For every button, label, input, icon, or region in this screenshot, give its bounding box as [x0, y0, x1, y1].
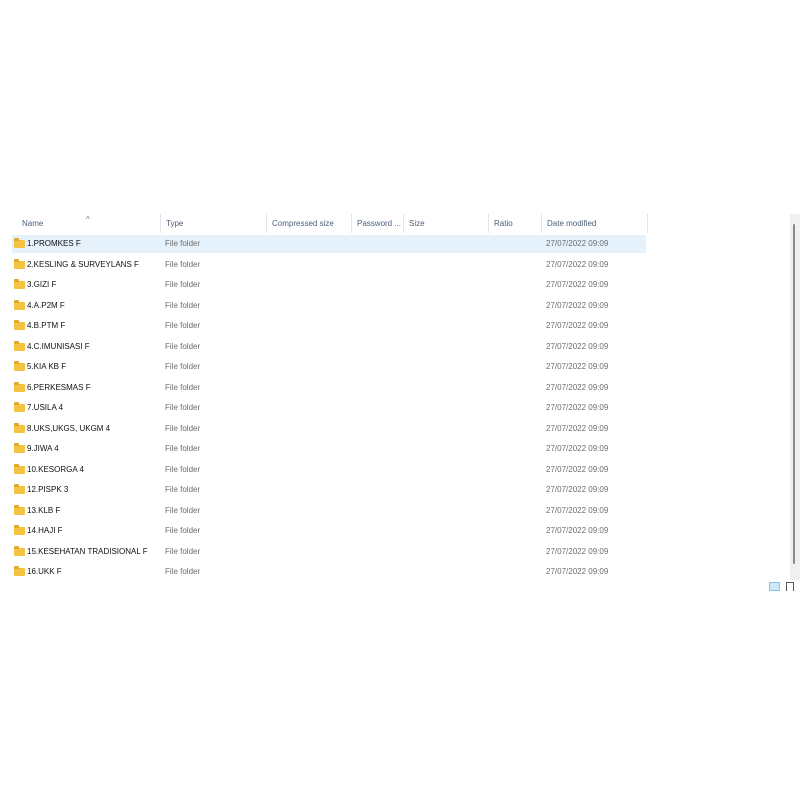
file-row[interactable]: 10.KESORGA 4 File folder 27/07/2022 09:0…: [12, 461, 646, 479]
column-header-size[interactable]: Size: [404, 214, 489, 233]
folder-icon: [14, 361, 25, 371]
file-name: 14.HAJI F: [27, 526, 63, 535]
column-header-row: Name ^ Type Compressed size Password ... …: [12, 214, 648, 233]
folder-icon: [14, 443, 25, 453]
folder-icon: [14, 238, 25, 248]
file-name: 2.KESLING & SURVEYLANS F: [27, 259, 139, 269]
file-name: 4.B.PTM F: [27, 321, 66, 330]
folder-icon: [14, 504, 25, 515]
file-date-modified: 27/07/2022 09:09: [546, 382, 609, 392]
file-date-modified: 27/07/2022 09:09: [546, 280, 609, 289]
file-row[interactable]: 9.JIWA 4 File folder 27/07/2022 09:09: [12, 440, 646, 458]
file-name: 13.KLB F: [27, 505, 61, 515]
file-date-modified: 27/07/2022 09:09: [546, 403, 609, 412]
file-date-modified: 27/07/2022 09:09: [546, 464, 609, 474]
file-name: 9.JIWA 4: [27, 444, 59, 453]
file-row[interactable]: 16.UKK F File folder 27/07/2022 09:09: [12, 563, 646, 581]
large-icons-view-button[interactable]: [786, 582, 794, 591]
file-row[interactable]: 15.KESEHATAN TRADISIONAL F File folder 2…: [12, 543, 646, 561]
vertical-scrollbar[interactable]: [790, 214, 800, 580]
file-name: 16.UKK F: [27, 567, 62, 576]
file-row[interactable]: 4.C.IMUNISASI F File folder 27/07/2022 0…: [12, 338, 646, 356]
file-date-modified: 27/07/2022 09:09: [546, 362, 609, 371]
folder-icon: [14, 340, 25, 351]
file-row[interactable]: 1.PROMKES F File folder 27/07/2022 09:09: [12, 235, 646, 253]
file-row[interactable]: 14.HAJI F File folder 27/07/2022 09:09: [12, 522, 646, 540]
details-view-button[interactable]: [769, 582, 780, 591]
file-type: File folder: [165, 382, 201, 392]
file-name: 1.PROMKES F: [27, 239, 81, 248]
file-type: File folder: [165, 567, 201, 576]
file-type: File folder: [165, 300, 201, 310]
file-date-modified: 27/07/2022 09:09: [546, 239, 609, 248]
folder-icon: [14, 279, 25, 289]
file-type: File folder: [165, 280, 201, 289]
folder-icon: [14, 484, 25, 494]
file-type: File folder: [165, 546, 201, 556]
file-date-modified: 27/07/2022 09:09: [546, 485, 609, 494]
file-name: 10.KESORGA 4: [27, 464, 84, 474]
file-type: File folder: [165, 321, 201, 330]
column-header-date-modified[interactable]: Date modified: [542, 214, 648, 233]
folder-icon: [14, 258, 25, 269]
column-header-type[interactable]: Type: [161, 214, 267, 233]
file-row[interactable]: 4.B.PTM F File folder 27/07/2022 09:09: [12, 317, 646, 335]
column-header-compressed-size[interactable]: Compressed size: [267, 214, 352, 233]
file-date-modified: 27/07/2022 09:09: [546, 567, 609, 576]
file-row[interactable]: 4.A.P2M F File folder 27/07/2022 09:09: [12, 297, 646, 315]
file-row[interactable]: 8.UKS,UKGS, UKGM 4 File folder 27/07/202…: [12, 420, 646, 438]
file-name: 5.KIA KB F: [27, 362, 67, 371]
file-name: 3.GIZI F: [27, 280, 57, 289]
file-date-modified: 27/07/2022 09:09: [546, 321, 609, 330]
file-type: File folder: [165, 239, 201, 248]
file-row[interactable]: 6.PERKESMAS F File folder 27/07/2022 09:…: [12, 379, 646, 397]
folder-icon: [14, 299, 25, 310]
file-name: 8.UKS,UKGS, UKGM 4: [27, 423, 111, 433]
file-name: 6.PERKESMAS F: [27, 382, 91, 392]
file-date-modified: 27/07/2022 09:09: [546, 444, 609, 453]
file-type: File folder: [165, 526, 201, 535]
folder-icon: [14, 566, 25, 576]
file-row[interactable]: 12.PISPK 3 File folder 27/07/2022 09:09: [12, 481, 646, 499]
folder-icon: [14, 463, 25, 474]
folder-icon: [14, 381, 25, 392]
column-header-ratio[interactable]: Ratio: [489, 214, 542, 233]
folder-icon: [14, 422, 25, 433]
folder-icon: [14, 525, 25, 535]
file-date-modified: 27/07/2022 09:09: [546, 341, 609, 351]
file-name: 4.A.P2M F: [27, 300, 65, 310]
file-type: File folder: [165, 362, 201, 371]
file-name: 7.USILA 4: [27, 403, 64, 412]
file-name: 4.C.IMUNISASI F: [27, 341, 90, 351]
column-label: Name: [22, 219, 44, 228]
column-header-password[interactable]: Password ...: [352, 214, 404, 233]
file-row[interactable]: 2.KESLING & SURVEYLANS F File folder 27/…: [12, 256, 646, 274]
scrollbar-thumb[interactable]: [793, 224, 795, 564]
column-header-name[interactable]: Name ^: [12, 214, 161, 233]
file-type: File folder: [165, 341, 201, 351]
file-type: File folder: [165, 444, 201, 453]
file-row[interactable]: 7.USILA 4 File folder 27/07/2022 09:09: [12, 399, 646, 417]
file-row[interactable]: 3.GIZI F File folder 27/07/2022 09:09: [12, 276, 646, 294]
sort-ascending-icon: ^: [86, 215, 90, 224]
file-name: 15.KESEHATAN TRADISIONAL F: [27, 546, 148, 556]
file-type: File folder: [165, 485, 201, 494]
file-type: File folder: [165, 259, 201, 269]
file-row[interactable]: 5.KIA KB F File folder 27/07/2022 09:09: [12, 358, 646, 376]
folder-icon: [14, 402, 25, 412]
file-type: File folder: [165, 505, 201, 515]
file-name: 12.PISPK 3: [27, 485, 69, 494]
file-type: File folder: [165, 423, 201, 433]
file-date-modified: 27/07/2022 09:09: [546, 505, 609, 515]
file-type: File folder: [165, 403, 201, 412]
file-date-modified: 27/07/2022 09:09: [546, 546, 609, 556]
file-date-modified: 27/07/2022 09:09: [546, 423, 609, 433]
file-type: File folder: [165, 464, 201, 474]
file-date-modified: 27/07/2022 09:09: [546, 300, 609, 310]
file-date-modified: 27/07/2022 09:09: [546, 259, 609, 269]
file-row[interactable]: 13.KLB F File folder 27/07/2022 09:09: [12, 502, 646, 520]
folder-icon: [14, 545, 25, 556]
folder-icon: [14, 320, 25, 330]
file-date-modified: 27/07/2022 09:09: [546, 526, 609, 535]
